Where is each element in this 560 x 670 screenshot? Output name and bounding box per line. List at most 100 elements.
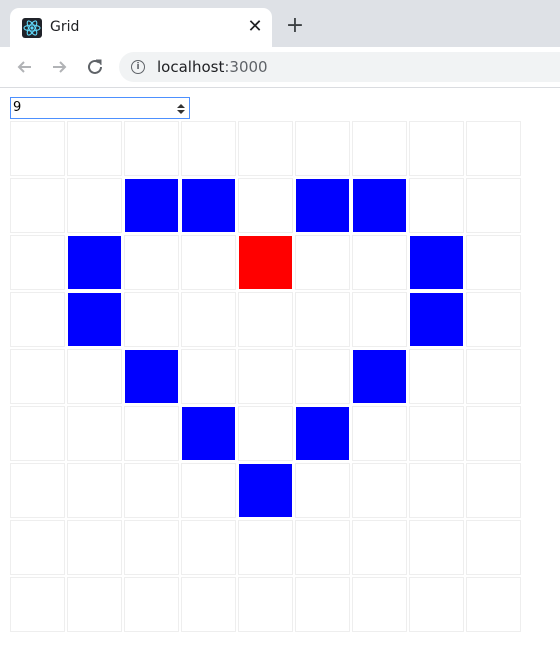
grid-cell[interactable] <box>409 463 464 518</box>
grid-cell[interactable] <box>181 121 236 176</box>
grid-cell[interactable] <box>466 349 521 404</box>
grid-cell[interactable] <box>67 235 122 290</box>
grid-cell[interactable] <box>466 463 521 518</box>
grid-cell[interactable] <box>238 292 293 347</box>
grid-cell[interactable] <box>10 121 65 176</box>
browser-toolbar: i localhost:3000 <box>0 47 560 88</box>
grid-cell[interactable] <box>10 178 65 233</box>
spinner-arrows-icon[interactable] <box>176 101 186 115</box>
grid-cell[interactable] <box>10 292 65 347</box>
grid-cell[interactable] <box>181 292 236 347</box>
info-icon[interactable]: i <box>131 60 145 74</box>
grid-cell[interactable] <box>10 520 65 575</box>
back-arrow-icon[interactable] <box>14 56 36 78</box>
grid-cell[interactable] <box>124 577 179 632</box>
url-port: :3000 <box>224 58 268 76</box>
address-bar[interactable]: i localhost:3000 <box>119 52 560 82</box>
grid-cell[interactable] <box>124 121 179 176</box>
grid-cell[interactable] <box>352 121 407 176</box>
grid-cell[interactable] <box>352 349 407 404</box>
react-logo-icon <box>22 18 42 38</box>
grid-cell[interactable] <box>67 121 122 176</box>
url-host: localhost <box>157 58 225 76</box>
grid-cell[interactable] <box>124 235 179 290</box>
grid-cell[interactable] <box>238 178 293 233</box>
color-grid <box>10 121 523 634</box>
grid-cell[interactable] <box>67 349 122 404</box>
grid-cell[interactable] <box>67 406 122 461</box>
grid-cell[interactable] <box>238 235 293 290</box>
new-tab-icon[interactable]: + <box>285 15 305 37</box>
grid-cell[interactable] <box>238 406 293 461</box>
grid-cell[interactable] <box>124 406 179 461</box>
grid-cell[interactable] <box>67 292 122 347</box>
page-content: 9 <box>0 88 560 670</box>
grid-cell[interactable] <box>124 349 179 404</box>
grid-cell[interactable] <box>352 292 407 347</box>
grid-cell[interactable] <box>466 178 521 233</box>
grid-cell[interactable] <box>238 121 293 176</box>
browser-chrome: Grid ✕ + i localhost:3000 <box>0 0 560 88</box>
grid-cell[interactable] <box>352 235 407 290</box>
grid-cell[interactable] <box>181 520 236 575</box>
grid-cell[interactable] <box>10 463 65 518</box>
grid-cell[interactable] <box>409 121 464 176</box>
grid-cell[interactable] <box>67 463 122 518</box>
grid-cell[interactable] <box>295 406 350 461</box>
tab-strip: Grid ✕ + <box>0 0 560 47</box>
grid-cell[interactable] <box>67 178 122 233</box>
grid-cell[interactable] <box>409 577 464 632</box>
grid-cell[interactable] <box>124 292 179 347</box>
grid-cell[interactable] <box>10 349 65 404</box>
grid-cell[interactable] <box>67 520 122 575</box>
grid-cell[interactable] <box>352 406 407 461</box>
grid-cell[interactable] <box>181 577 236 632</box>
grid-cell[interactable] <box>10 235 65 290</box>
grid-cell[interactable] <box>181 235 236 290</box>
grid-cell[interactable] <box>409 349 464 404</box>
grid-cell[interactable] <box>295 520 350 575</box>
grid-cell[interactable] <box>409 178 464 233</box>
tab-grid[interactable]: Grid ✕ <box>10 8 272 47</box>
grid-cell[interactable] <box>295 463 350 518</box>
grid-cell[interactable] <box>409 235 464 290</box>
grid-cell[interactable] <box>181 463 236 518</box>
grid-cell[interactable] <box>295 577 350 632</box>
tab-title: Grid <box>50 19 80 35</box>
grid-cell[interactable] <box>181 406 236 461</box>
grid-cell[interactable] <box>295 235 350 290</box>
grid-cell[interactable] <box>238 349 293 404</box>
grid-size-input[interactable]: 9 <box>10 97 190 119</box>
grid-cell[interactable] <box>124 178 179 233</box>
close-tab-icon[interactable]: ✕ <box>246 18 264 36</box>
grid-cell[interactable] <box>67 577 122 632</box>
grid-cell[interactable] <box>295 178 350 233</box>
reload-icon[interactable] <box>84 56 106 78</box>
forward-arrow-icon[interactable] <box>48 56 70 78</box>
grid-cell[interactable] <box>181 178 236 233</box>
grid-cell[interactable] <box>124 520 179 575</box>
grid-cell[interactable] <box>352 463 407 518</box>
grid-cell[interactable] <box>295 292 350 347</box>
grid-cell[interactable] <box>238 463 293 518</box>
grid-cell[interactable] <box>352 520 407 575</box>
grid-cell[interactable] <box>466 235 521 290</box>
grid-cell[interactable] <box>466 292 521 347</box>
grid-cell[interactable] <box>466 121 521 176</box>
grid-cell[interactable] <box>466 406 521 461</box>
grid-cell[interactable] <box>238 520 293 575</box>
grid-cell[interactable] <box>409 520 464 575</box>
grid-cell[interactable] <box>10 577 65 632</box>
grid-cell[interactable] <box>466 577 521 632</box>
grid-cell[interactable] <box>352 178 407 233</box>
grid-cell[interactable] <box>466 520 521 575</box>
grid-cell[interactable] <box>295 349 350 404</box>
grid-cell[interactable] <box>181 349 236 404</box>
grid-cell[interactable] <box>352 577 407 632</box>
grid-cell[interactable] <box>295 121 350 176</box>
grid-cell[interactable] <box>10 406 65 461</box>
grid-cell[interactable] <box>238 577 293 632</box>
grid-cell[interactable] <box>409 292 464 347</box>
grid-cell[interactable] <box>409 406 464 461</box>
grid-cell[interactable] <box>124 463 179 518</box>
